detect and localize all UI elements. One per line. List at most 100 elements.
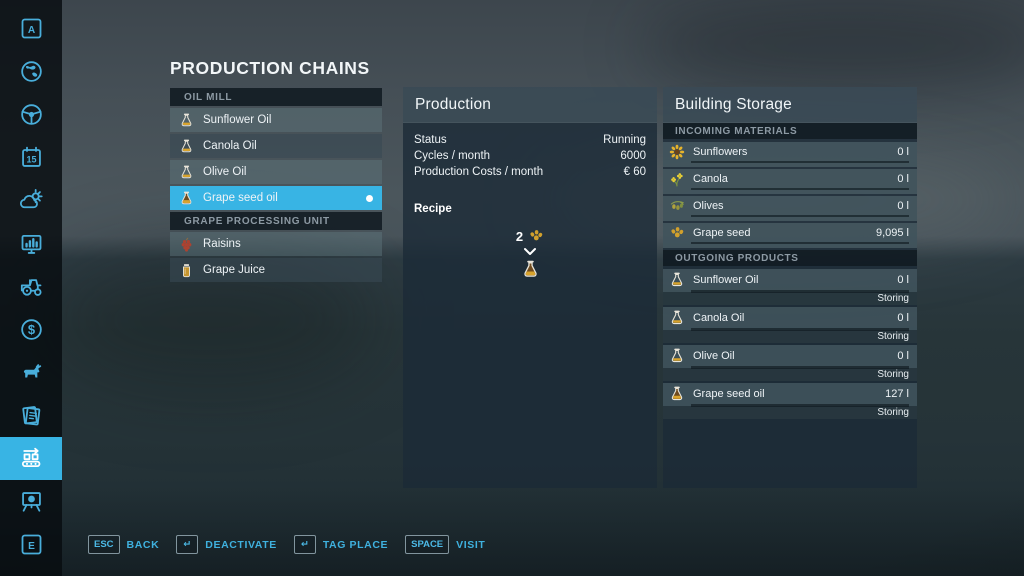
incoming-rows: Sunflowers0 lCanola0 lOlives0 lGrape see… [663,142,917,248]
tractor-icon [18,273,45,300]
statistics-icon [18,230,45,257]
product-status: Storing [877,407,909,418]
chain-list-item[interactable]: Raisins [170,232,382,256]
steering-wheel-icon [18,101,45,128]
chain-list-item[interactable]: Grape seed oil [170,186,382,210]
product-status-strip: Storing [663,292,917,305]
chain-item-label: Canola Oil [203,140,257,152]
finances-dollar-icon: $ [18,316,45,343]
grape-seed-icon [669,225,685,241]
outgoing-product-row: Olive Oil 0 l Storing [663,345,917,381]
chain-list-item[interactable]: Olive Oil [170,160,382,184]
chain-list-item[interactable]: Grape Juice [170,258,382,282]
chain-item-label: Grape seed oil [203,192,278,204]
product-status-strip: Storing [663,406,917,419]
sidebar-item-animals-cow[interactable] [0,351,62,394]
sidebar-item-e-key[interactable]: E [0,523,62,566]
oil-bottle-icon [669,348,685,364]
sidebar-item-weather[interactable] [0,179,62,222]
animals-cow-icon [18,359,45,386]
svg-text:15: 15 [26,154,36,164]
chain-list-item[interactable]: Sunflower Oil [170,108,382,132]
fill-level-bar [691,161,909,164]
selected-dot-icon [366,195,373,202]
material-amount: 9,095 l [876,227,909,239]
fill-level-bar [691,215,909,218]
calendar-icon: 15 [18,144,45,171]
product-label: Canola Oil [693,312,744,324]
keybar-button-visit[interactable]: SPACEVISIT [405,535,485,554]
sidebar-item-tractor[interactable] [0,265,62,308]
key-cap: ↵ [294,535,316,554]
outgoing-product-row: Sunflower Oil0 l Storing [663,269,917,305]
outgoing-rows: Sunflower Oil0 l Storing Canola Oil 0 l Stor… [663,269,917,419]
a-key-icon: A [18,15,45,42]
product-status: Storing [877,369,909,380]
building-storage-title: Building Storage [663,87,917,123]
sidebar-item-finances-dollar[interactable]: $ [0,308,62,351]
svg-text:$: $ [27,322,34,337]
chain-item-label: Olive Oil [203,166,246,178]
sidebar-item-a-key[interactable]: A [0,7,62,50]
product-amount: 0 l [897,350,909,362]
keybar-button-deactivate[interactable]: ↵DEACTIVATE [176,535,277,554]
key-cap: SPACE [405,535,449,554]
product-line: Olive Oil 0 l [669,347,909,365]
incoming-material-row: Olives0 l [663,196,917,221]
oil-bottle-icon [179,139,194,154]
sunflower-icon [669,144,685,160]
globe-icon [18,58,45,85]
product-status: Storing [877,331,909,342]
recipe-input-quantity: 2 [516,229,523,244]
keybar-button-back[interactable]: ESCBACK [88,535,159,554]
material-amount: 0 l [897,146,909,158]
fill-level-bar [691,242,909,245]
sidebar-item-contracts[interactable] [0,394,62,437]
sidebar-item-steering-wheel[interactable] [0,93,62,136]
sidebar-item-globe[interactable] [0,50,62,93]
oil-bottle-icon [521,260,540,279]
product-status-strip: Storing [663,330,917,343]
oil-bottle-icon [179,113,194,128]
sidebar-item-statistics[interactable] [0,222,62,265]
product-status-strip: Storing [663,368,917,381]
chain-list-item[interactable]: Canola Oil [170,134,382,158]
product-amount: 0 l [897,312,909,324]
outgoing-products-header: OUTGOING PRODUCTS [663,250,917,266]
product-line: Sunflower Oil0 l [669,271,909,289]
product-line: Canola Oil 0 l [669,309,909,327]
production-chains-icon [18,445,45,472]
stat-value: 6000 [620,148,646,164]
incoming-material-row: Grape seed 9,095 l [663,223,917,248]
chain-item-label: Sunflower Oil [203,114,271,126]
page-title: PRODUCTION CHAINS [170,58,370,79]
fill-level-bar [691,188,909,191]
incoming-material-row: Canola0 l [663,169,917,194]
product-amount: 127 l [885,388,909,400]
material-label: Sunflowers [693,146,747,158]
keybar: ESCBACK ↵DEACTIVATE ↵TAG PLACE SPACEVISIT [88,535,485,554]
stat-label: Status [414,132,447,148]
oil-bottle-dark-icon [669,386,685,402]
chain-list: OIL MILLSunflower OilCanola OilOlive Oil… [170,88,382,284]
material-label: Olives [693,200,724,212]
sidebar-item-calendar[interactable]: 15 [0,136,62,179]
sidebar-item-production-chains[interactable] [0,437,62,480]
outgoing-product-row: Grape seed oil 127 l Storing [663,383,917,419]
key-cap: ↵ [176,535,198,554]
product-label: Grape seed oil [693,388,765,400]
sidebar-item-map-board[interactable] [0,480,62,523]
svg-text:A: A [27,25,35,36]
keybar-button-tag-place[interactable]: ↵TAG PLACE [294,535,388,554]
product-amount: 0 l [897,274,909,286]
product-line: Grape seed oil 127 l [669,385,909,403]
chevron-down-icon [523,247,537,257]
production-panel-title: Production [403,87,657,123]
product-label: Olive Oil [693,350,735,362]
material-label: Grape seed [693,227,750,239]
oil-bottle-icon [179,165,194,180]
recipe-flow: 2 [403,228,657,279]
contracts-icon [18,402,45,429]
background-bottom-shade [0,486,1024,576]
oil-bottle-dark-icon [179,191,194,206]
